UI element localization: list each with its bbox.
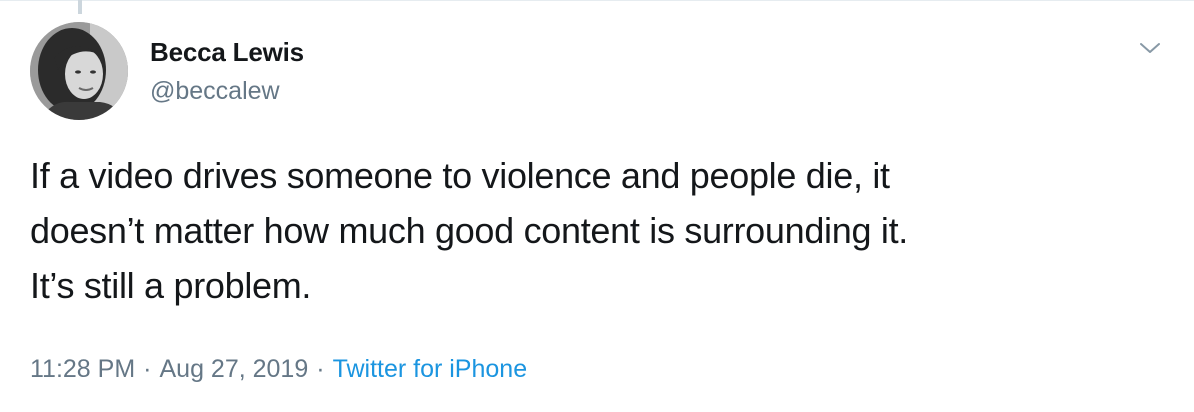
author-display-name[interactable]: Becca Lewis — [150, 36, 304, 68]
thread-connector-line — [78, 0, 82, 14]
tweet-menu-button[interactable] — [1138, 36, 1162, 60]
tweet-metadata: 11:28 PM · Aug 27, 2019 · Twitter for iPhone — [30, 354, 527, 384]
tweet-text: If a video drives someone to violence an… — [30, 155, 908, 306]
separator-dot: · — [143, 355, 152, 383]
avatar[interactable] — [30, 22, 128, 120]
chevron-down-icon — [1140, 43, 1160, 53]
top-divider — [0, 0, 1194, 1]
author-handle[interactable]: @beccalew — [150, 76, 280, 106]
separator-dot: · — [316, 355, 325, 383]
tweet-date[interactable]: Aug 27, 2019 — [159, 355, 308, 383]
user-avatar-photo-icon — [30, 22, 128, 120]
tweet-time[interactable]: 11:28 PM — [30, 355, 135, 383]
tweet-source-link[interactable]: Twitter for iPhone — [333, 355, 528, 383]
tweet-card: Becca Lewis @beccalew If a video drives … — [0, 0, 1194, 412]
